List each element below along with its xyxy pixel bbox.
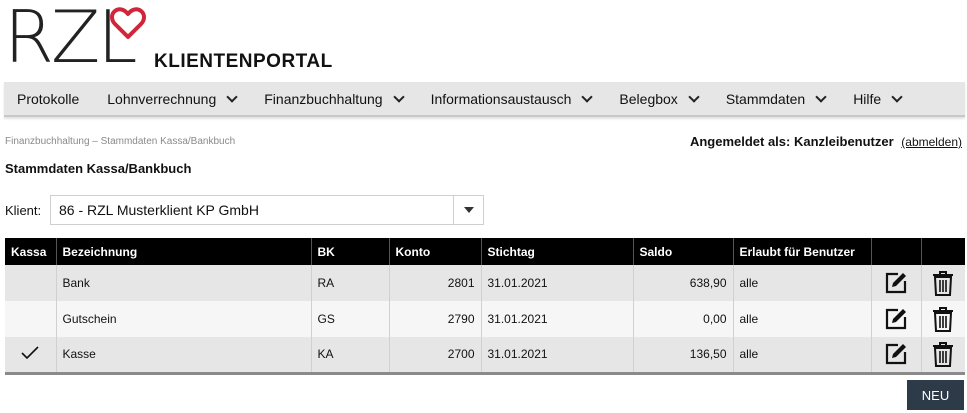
nav-item-informationsaustausch[interactable]: Informationsaustausch: [430, 90, 594, 107]
edit-icon[interactable]: [884, 307, 908, 331]
erlaubt-cell: alle: [733, 265, 872, 301]
chevron-down-icon: [392, 90, 405, 103]
nav-item-finanzbuchhaltung[interactable]: Finanzbuchhaltung: [264, 90, 405, 107]
chevron-down-icon: [581, 90, 594, 103]
bk-cell: RA: [311, 265, 390, 301]
column-header-delete: [921, 238, 965, 265]
dropdown-toggle[interactable]: [453, 196, 483, 224]
klient-select[interactable]: 86 - RZL Musterklient KP GmbH: [50, 195, 484, 225]
nav-item-label: Informationsaustausch: [430, 90, 572, 107]
delete-cell: [921, 337, 965, 375]
trash-icon[interactable]: [932, 306, 954, 332]
chevron-down-icon: [891, 90, 903, 103]
heart-icon: [110, 7, 146, 39]
erlaubt-cell: alle: [733, 337, 872, 375]
nav-item-hilfe[interactable]: Hilfe: [853, 90, 903, 107]
stichtag-cell: 31.01.2021: [481, 301, 634, 337]
bezeichnung-cell: Kasse: [56, 337, 312, 375]
nav-item-label: Finanzbuchhaltung: [264, 90, 383, 107]
nav-item-label: Belegbox: [619, 90, 678, 107]
klient-select-value: 86 - RZL Musterklient KP GmbH: [59, 202, 259, 218]
breadcrumb: Finanzbuchhaltung – Stammdaten Kassa/Ban…: [5, 136, 236, 147]
kassa-table: Kassa Bezeichnung BK Konto Stichtag Sald…: [5, 238, 965, 375]
portal-title: KLIENTENPORTAL: [154, 51, 333, 72]
column-header-stichtag[interactable]: Stichtag: [481, 238, 634, 265]
caret-down-icon: [463, 207, 474, 213]
main-navbar: Protokolle Lohnverrechnung Finanzbuchhal…: [4, 82, 965, 117]
column-header-kassa[interactable]: Kassa: [5, 238, 57, 265]
nav-item-lohnverrechnung[interactable]: Lohnverrechnung: [107, 90, 238, 107]
saldo-cell: 0,00: [633, 301, 734, 337]
checkmark-icon: [21, 346, 39, 359]
saldo-cell: 136,50: [633, 337, 734, 375]
nav-item-label: Hilfe: [853, 90, 882, 107]
konto-cell: 2700: [389, 337, 482, 375]
edit-icon[interactable]: [884, 271, 908, 295]
chevron-down-icon: [688, 90, 700, 103]
table-row[interactable]: Gutschein GS 2790 31.01.2021 0,00 alle: [5, 301, 965, 337]
bk-cell: GS: [311, 301, 390, 337]
chevron-down-icon: [226, 90, 238, 103]
login-user: Kanzleibenutzer: [793, 134, 894, 149]
delete-cell: [921, 265, 965, 301]
column-header-erlaubt[interactable]: Erlaubt für Benutzer: [733, 238, 872, 265]
chevron-down-icon: [815, 90, 827, 103]
nav-item-belegbox[interactable]: Belegbox: [619, 90, 700, 107]
logout-link[interactable]: (abmelden): [901, 135, 962, 149]
delete-cell: [921, 301, 965, 337]
nav-item-label: Lohnverrechnung: [107, 90, 217, 107]
new-button[interactable]: NEU: [907, 380, 964, 410]
table-row[interactable]: Bank RA 2801 31.01.2021 638,90 alle: [5, 265, 965, 301]
nav-item-stammdaten[interactable]: Stammdaten: [725, 90, 827, 107]
page-title: Stammdaten Kassa/Bankbuch: [5, 161, 192, 176]
bezeichnung-cell: Bank: [56, 265, 312, 301]
kassa-check-cell: [5, 337, 57, 375]
nav-item-protokolle[interactable]: Protokolle: [17, 91, 79, 107]
kassa-cell: [5, 265, 57, 301]
table-row[interactable]: Kasse KA 2700 31.01.2021 136,50 alle: [5, 337, 965, 375]
erlaubt-cell: alle: [733, 301, 872, 337]
login-prefix: Angemeldet als:: [689, 134, 791, 149]
column-header-konto[interactable]: Konto: [389, 238, 482, 265]
edit-cell: [871, 265, 922, 301]
column-header-bk[interactable]: BK: [311, 238, 390, 265]
konto-cell: 2801: [389, 265, 482, 301]
saldo-cell: 638,90: [633, 265, 734, 301]
nav-item-label: Stammdaten: [725, 90, 806, 107]
table-header-row: Kassa Bezeichnung BK Konto Stichtag Sald…: [5, 238, 965, 265]
column-header-edit: [871, 238, 922, 265]
kassa-cell: [5, 301, 57, 337]
login-info: Angemeldet als: Kanzleibenutzer (abmelde…: [690, 134, 962, 149]
edit-cell: [871, 337, 922, 375]
edit-icon[interactable]: [884, 342, 908, 366]
konto-cell: 2790: [389, 301, 482, 337]
column-header-saldo[interactable]: Saldo: [633, 238, 734, 265]
trash-icon[interactable]: [932, 341, 954, 368]
bk-cell: KA: [311, 337, 390, 375]
nav-item-label: Protokolle: [17, 90, 80, 107]
trash-icon[interactable]: [932, 270, 954, 296]
stichtag-cell: 31.01.2021: [481, 337, 634, 375]
bezeichnung-cell: Gutschein: [56, 301, 312, 337]
klient-label: Klient:: [5, 203, 42, 218]
edit-cell: [871, 301, 922, 337]
column-header-bezeichnung[interactable]: Bezeichnung: [56, 238, 312, 265]
stichtag-cell: 31.01.2021: [481, 265, 634, 301]
